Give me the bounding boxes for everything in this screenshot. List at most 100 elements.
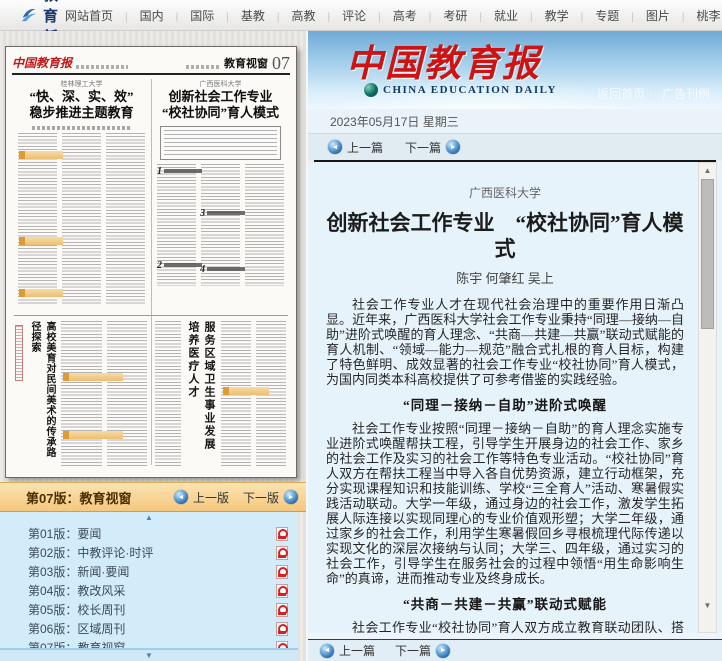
masthead-banner: 中国教育报 CHINA EDUCATION DAILY 返回首页 | 广告刊例 — [308, 31, 722, 109]
edition-list: ▲ 第01版：要闻 第02版：中教评论·时评 第03版：新闻·要闻 第04版：教… — [0, 512, 298, 661]
nav-item-higher-edu[interactable]: 高教 — [271, 7, 322, 24]
site-logo-icon — [20, 6, 38, 24]
edition-link[interactable]: 第01版：要闻 — [28, 525, 101, 542]
nav-item-employment[interactable]: 就业 — [473, 7, 524, 24]
edition-list-item: 第05版：校长周刊 — [0, 600, 298, 619]
next-article-button[interactable]: 下一篇 ► — [395, 642, 450, 659]
paper-article-headline: “校社协同”育人模式 — [157, 105, 284, 121]
newspaper-masthead-info — [76, 65, 128, 69]
newspaper-text-column — [155, 321, 181, 467]
edition-list-scroll-down[interactable]: ▼ — [0, 648, 298, 661]
paper-article-text — [18, 133, 145, 305]
date-text: 2023年05月17日 星期三 — [330, 113, 459, 130]
nav-item-gaokao[interactable]: 高考 — [372, 7, 423, 24]
edition-list-item: 第06版：区域周刊 — [0, 619, 298, 638]
newspaper-subhead — [19, 151, 63, 159]
paper-article-bottom-left: 高校美育对民间美术的传承路径探索 — [12, 316, 151, 469]
prev-edition-icon: ◄ — [174, 490, 188, 504]
paper-article-headline: “快、深、实、效” — [18, 89, 145, 105]
pdf-icon[interactable] — [276, 565, 288, 579]
nav-item-kaoyan[interactable]: 考研 — [423, 7, 474, 24]
article-pager-bottom: ◄ 上一篇 下一篇 ► — [308, 639, 722, 661]
article-kicker: 广西医科大学 — [326, 184, 684, 201]
paper-article-top-right: 广西医科大学 创新社会工作专业 “校社协同”育人模式 1 2 3 4 — [151, 75, 290, 315]
newspaper-masthead-row: 中国教育报 教育视窗 07 — [12, 52, 290, 75]
newspaper-body: 桂林理工大学 “快、深、实、效” 稳步推进主题教育 广西医科大学 创新社会工作专… — [12, 75, 290, 469]
paper-article-headline: 稳步推进主题教育 — [18, 105, 145, 121]
pdf-icon[interactable] — [276, 622, 288, 636]
paper-article-tag — [15, 325, 23, 381]
prev-article-button[interactable]: ◄ 上一篇 — [320, 642, 375, 659]
top-navbar: 中国教育新闻网 网站首页 国内 国际 基教 高教 评论 高考 考研 就业 教学 … — [0, 0, 722, 31]
masthead-logo: 中国教育报 — [346, 33, 541, 87]
separator: | — [652, 88, 655, 100]
article-paragraph: 社会工作专业“校社协同”育人双方成立教育联动团队、搭建沟通机制，针对人才培养中存… — [326, 620, 684, 633]
scrollbar-thumb[interactable] — [701, 179, 714, 329]
nav-item-commentary[interactable]: 评论 — [322, 7, 373, 24]
edition-link[interactable]: 第04版：教改风采 — [28, 582, 125, 599]
nav-item-teaching[interactable]: 教学 — [524, 7, 575, 24]
paper-article-kicker: 广西医科大学 — [157, 80, 284, 89]
newspaper-subhead — [63, 431, 123, 439]
edition-link[interactable]: 第02版：中教评论·时评 — [28, 544, 153, 561]
article-scroll-area: 广西医科大学 创新社会工作专业 “校社协同”育人模式 陈宇 何肇红 吴上 社会工… — [308, 162, 698, 633]
nav-item-taoli[interactable]: 桃李 — [676, 7, 722, 24]
nav-item-home[interactable]: 网站首页 — [59, 7, 119, 24]
scroll-down-button[interactable]: ▼ — [699, 601, 716, 610]
numbered-subhead: 4 — [200, 264, 245, 275]
article-authors: 陈宇 何肇红 吴上 — [326, 268, 684, 287]
next-article-button[interactable]: 下一篇 ► — [405, 139, 460, 156]
prev-article-button[interactable]: ◄ 上一篇 — [328, 139, 383, 156]
numbered-subhead: 1 — [157, 166, 202, 177]
edition-list-scroll-up[interactable]: ▲ — [0, 512, 298, 524]
nav-item-photos[interactable]: 图片 — [625, 7, 676, 24]
edition-link[interactable]: 第03版：新闻·要闻 — [28, 563, 129, 580]
right-panel: 中国教育报 CHINA EDUCATION DAILY 返回首页 | 广告刊例 … — [306, 31, 722, 661]
article-title: 创新社会工作专业 “校社协同”育人模式 — [326, 210, 684, 262]
back-to-home-link[interactable]: 返回首页 — [597, 85, 645, 102]
nav-item-domestic[interactable]: 国内 — [119, 7, 170, 24]
paper-article-headline: 创新社会工作专业 — [157, 89, 284, 105]
next-article-icon: ► — [446, 140, 460, 154]
article-paragraph: 社会工作专业人才在现代社会治理中的重要作用日渐凸显。近年来，广西医科大学社会工作… — [326, 297, 684, 387]
globe-icon — [364, 83, 378, 97]
nav-item-international[interactable]: 国际 — [170, 7, 221, 24]
newspaper-page-number: 07 — [272, 55, 290, 71]
prev-article-icon: ◄ — [328, 140, 342, 154]
next-edition-button[interactable]: 下一版 ► — [243, 489, 298, 506]
edition-link[interactable]: 第06版：区域周刊 — [28, 620, 125, 637]
pdf-icon[interactable] — [276, 603, 288, 617]
paper-article-kicker: 桂林理工大学 — [18, 80, 145, 89]
pdf-icon[interactable] — [276, 546, 288, 560]
newspaper-text-column — [107, 321, 148, 467]
newspaper-page-preview[interactable]: 中国教育报 教育视窗 07 桂林理工大学 “快、深、实、效” 稳步推进主题教育 — [5, 46, 297, 478]
paper-article-intro-box — [160, 126, 281, 160]
paper-article-text: 1 2 3 4 — [157, 164, 284, 286]
pdf-icon[interactable] — [276, 527, 288, 541]
newspaper-text-column — [62, 133, 101, 305]
article-paragraph: 社会工作专业按照“同理－接纳－自助”的育人理念实施专业进阶式唤醒帮扶工程，引导学… — [326, 421, 684, 586]
edition-list-item: 第01版：要闻 — [0, 524, 298, 543]
newspaper-subhead — [19, 237, 63, 245]
newspaper-text-column — [245, 164, 284, 286]
masthead-english: CHINA EDUCATION DAILY — [383, 84, 557, 96]
article-pager-top: ◄ 上一篇 下一篇 ► — [308, 134, 722, 160]
nav-item-topics[interactable]: 专题 — [575, 7, 626, 24]
paper-article-text — [61, 321, 147, 467]
edition-list-item: 第03版：新闻·要闻 — [0, 562, 298, 581]
edition-link[interactable]: 第05版：校长周刊 — [28, 601, 125, 618]
pdf-icon[interactable] — [276, 584, 288, 598]
newspaper-subhead — [63, 373, 123, 381]
next-article-icon: ► — [436, 644, 450, 658]
prev-edition-button[interactable]: ◄ 上一版 — [174, 489, 229, 506]
edition-bar: 第07版：教育视窗 ◄ 上一版 下一版 ► — [0, 482, 306, 512]
ad-rates-link[interactable]: 广告刊例 — [662, 85, 710, 102]
article-scrollbar[interactable]: ▲ ▼ — [698, 162, 717, 633]
paper-article-vertical-headline: 高校美育对民间美术的传承路径探索 — [27, 321, 57, 467]
paper-article-top-left: 桂林理工大学 “快、深、实、效” 稳步推进主题教育 — [12, 75, 151, 315]
scroll-up-button[interactable]: ▲ — [699, 166, 716, 175]
nav-item-basic-edu[interactable]: 基教 — [220, 7, 271, 24]
paper-article-text — [221, 321, 286, 467]
paper-article-byline — [32, 126, 131, 130]
paper-article-vertical-headline: 培养医疗人才 服务区域卫生事业发展 — [185, 321, 217, 467]
